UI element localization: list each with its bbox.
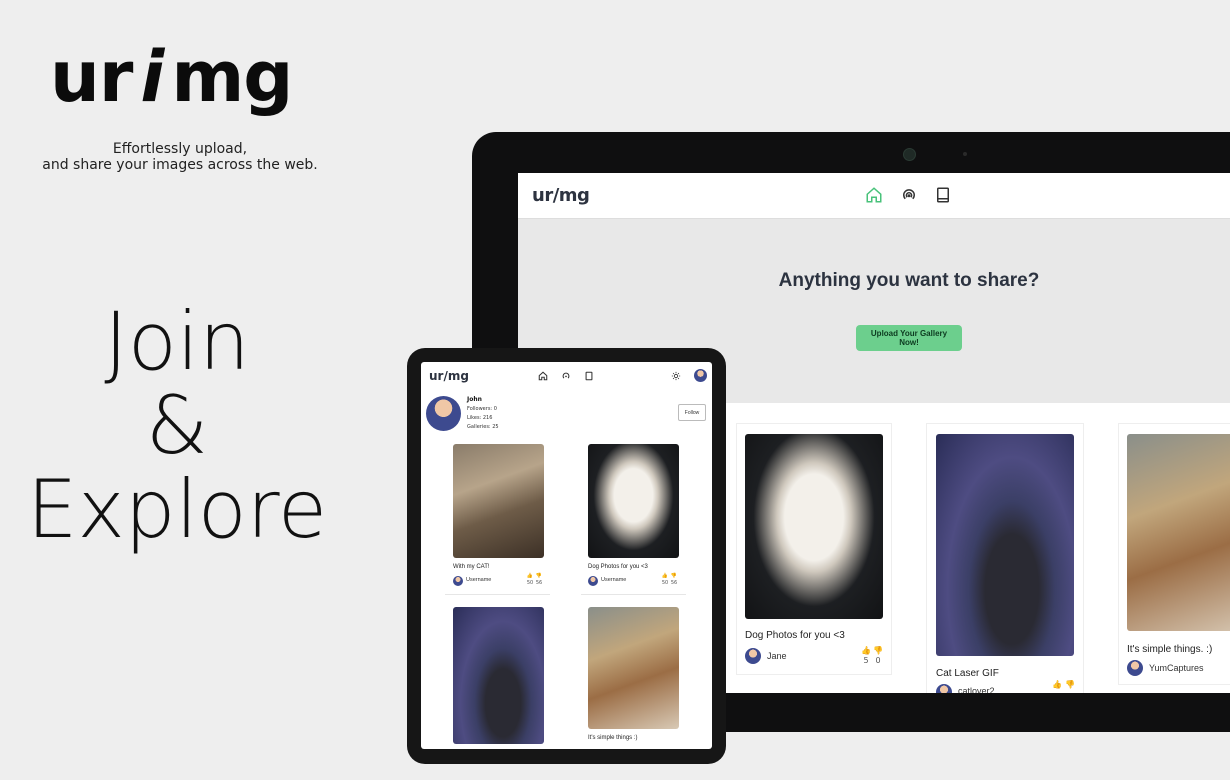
like-count: 👍 50 <box>526 573 534 587</box>
like-count-value: 5 <box>863 656 869 665</box>
thumb-up-icon[interactable]: 👍 <box>861 646 871 655</box>
card-photo-space-cat[interactable] <box>453 607 544 744</box>
gallery-card[interactable]: Cat Laser GIF catlover2 👍 👎 <box>926 423 1084 693</box>
card-photo-wrap[interactable] <box>588 607 679 729</box>
sensor-dot <box>963 152 967 156</box>
hero-title: Anything you want to share? <box>778 270 1040 291</box>
avatar[interactable] <box>588 576 598 586</box>
tablet-screen: ur/mg John Followers: 0 Likes: 216 Galle… <box>421 362 712 749</box>
card-title: Dog Photos for you <3 <box>588 564 648 570</box>
thumb-down-icon[interactable]: 👎 <box>1065 680 1075 690</box>
gallery-card[interactable]: It's simple things. :) YumCaptures <box>1118 423 1230 685</box>
dislike-count: 👎 56 <box>535 573 543 587</box>
card-username[interactable]: Jane <box>767 651 787 661</box>
dislike-count-value: 56 <box>670 580 678 586</box>
book-icon[interactable] <box>584 371 594 381</box>
like-count-value: 50 <box>526 580 534 586</box>
thumb-up-icon[interactable]: 👍 <box>1052 680 1062 690</box>
headline-line: Join <box>104 295 250 388</box>
card-username[interactable]: YumCaptures <box>1149 663 1204 673</box>
avatar[interactable] <box>1127 660 1143 676</box>
card-username[interactable]: Username <box>466 577 491 583</box>
card-title: It's simple things. :) <box>1127 644 1213 655</box>
profile-followers: Followers: 0 <box>467 406 497 412</box>
thumb-down-icon[interactable]: 👎 <box>671 573 677 579</box>
avatar[interactable] <box>936 684 952 693</box>
broadcast-icon[interactable] <box>561 371 571 381</box>
card-title: With my CAT! <box>453 564 490 570</box>
upload-gallery-button[interactable]: Upload Your Gallery Now! <box>856 325 962 351</box>
tagline: Effortlessly upload, and share your imag… <box>30 141 330 173</box>
thumb-down-icon[interactable]: 👎 <box>873 646 883 655</box>
follow-button[interactable]: Follow <box>678 404 706 421</box>
gallery-card[interactable]: Dog Photos for you <3 Jane 👍 5 👎 0 <box>736 423 892 675</box>
book-icon[interactable] <box>934 186 952 204</box>
profile-likes: Likes: 216 <box>467 415 493 421</box>
card-divider <box>581 594 686 595</box>
card-photo-wrap[interactable] <box>1127 434 1230 631</box>
card-photo-dog[interactable] <box>745 434 883 619</box>
avatar[interactable] <box>694 369 707 382</box>
brand-logo-part: mg <box>171 36 293 118</box>
profile-galleries: Galleries: 25 <box>467 424 499 430</box>
navbar: ur/mg <box>518 173 1230 219</box>
like-count: 👍 50 <box>661 573 669 587</box>
thumb-down-icon[interactable]: 👎 <box>536 573 542 579</box>
sun-icon[interactable] <box>671 371 681 381</box>
camera-icon <box>903 148 916 161</box>
card-title: Dog Photos for you <3 <box>745 630 845 641</box>
like-count-value: 50 <box>661 580 669 586</box>
headline-line: Explore <box>26 463 328 556</box>
card-photo-space-cat[interactable] <box>936 434 1074 656</box>
dislike-count: 👎 56 <box>670 573 678 587</box>
dislike-count-value: 56 <box>535 580 543 586</box>
avatar[interactable] <box>745 648 761 664</box>
headline: Join & Explore <box>22 300 332 552</box>
card-username[interactable]: Username <box>601 577 626 583</box>
card-photo-cat[interactable] <box>453 444 544 558</box>
like-count: 👍 5 <box>861 646 871 666</box>
card-divider <box>445 594 550 595</box>
app-logo[interactable]: ur/mg <box>532 185 590 206</box>
card-title: It's simple things :) <box>588 735 638 741</box>
broadcast-icon[interactable] <box>900 186 918 204</box>
thumb-up-icon[interactable]: 👍 <box>662 573 668 579</box>
tagline-line: and share your images across the web. <box>42 157 318 173</box>
dislike-count: 👎 0 <box>873 646 883 666</box>
thumb-up-icon[interactable]: 👍 <box>527 573 533 579</box>
home-icon[interactable] <box>865 186 883 204</box>
home-icon[interactable] <box>538 371 548 381</box>
app-logo[interactable]: ur/mg <box>429 369 469 383</box>
brand-logo-part: ur <box>50 36 133 118</box>
card-username[interactable]: catlover2 <box>958 686 995 693</box>
tagline-line: Effortlessly upload, <box>112 141 248 157</box>
dislike-count-value: 0 <box>875 656 881 665</box>
card-title: Cat Laser GIF <box>936 668 999 679</box>
brand-logo-part: i <box>140 36 164 118</box>
card-photo-dog[interactable] <box>588 444 679 558</box>
avatar[interactable] <box>453 576 463 586</box>
profile-avatar <box>426 396 461 431</box>
brand-logo: ur i mg <box>50 42 293 112</box>
profile-name: John <box>467 396 482 403</box>
headline-line: & <box>145 379 209 472</box>
